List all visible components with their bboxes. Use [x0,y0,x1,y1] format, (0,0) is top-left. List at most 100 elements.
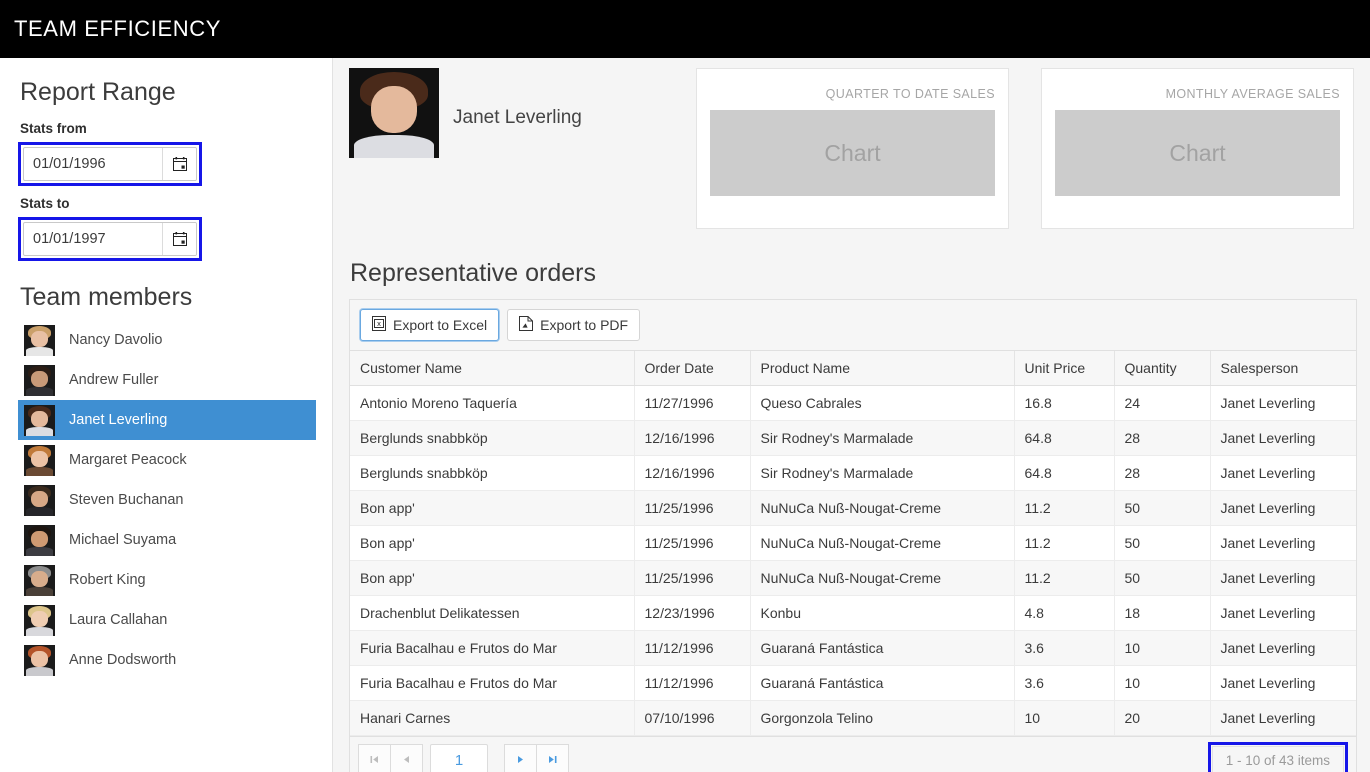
page-shell: Report Range Stats from Stats to [0,58,1370,772]
app-header: TEAM EFFICIENCY [0,0,1370,58]
export-to-excel-label: Export to Excel [393,317,488,333]
pager-next-button[interactable] [504,743,537,772]
table-cell: 11/12/1996 [634,630,751,666]
table-cell: Janet Leverling [1210,455,1356,491]
grid-heading: Representative orders [350,259,596,287]
table-cell: 07/10/1996 [634,700,751,736]
member-avatar [24,364,55,396]
table-cell: Janet Leverling [1210,490,1356,526]
member-name: Nancy Davolio [69,332,163,348]
team-member-item[interactable]: Anne Dodsworth [18,640,316,680]
svg-text:x: x [377,319,381,328]
table-cell: 11/27/1996 [634,385,751,421]
team-member-item[interactable]: Margaret Peacock [18,440,316,480]
table-row[interactable]: Bon app' 11/25/1996 NuNuCa Nuß-Nougat-Crem… [350,525,1356,561]
table-cell: 20 [1114,700,1211,736]
table-cell: 11.2 [1014,525,1115,561]
table-cell: Janet Leverling [1210,560,1356,596]
pager-page-1-button[interactable]: 1 [430,743,488,772]
sidebar: Report Range Stats from Stats to [0,58,333,772]
export-to-pdf-label: Export to PDF [540,317,629,333]
export-to-pdf-button[interactable]: Export to PDF [507,309,641,341]
member-avatar [24,644,55,676]
person-name: Janet Leverling [453,107,582,128]
stats-from-input[interactable] [24,148,162,180]
table-cell: Furia Bacalhau e Frutos do Mar [350,630,635,666]
export-to-excel-button[interactable]: x Export to Excel [360,309,500,341]
table-row[interactable]: Drachenblut Delikatessen 12/23/1996 Konbu 4… [350,595,1356,631]
orders-table: Customer Name Order Date Product Name Unit … [350,351,1356,736]
table-cell: Janet Leverling [1210,420,1356,456]
orders-grid: x Export to Excel Export to PDF Customer… [349,299,1357,772]
table-row[interactable]: Furia Bacalhau e Frutos do Mar 11/12/1996… [350,630,1356,666]
table-cell: 24 [1114,385,1211,421]
table-cell: 28 [1114,455,1211,491]
column-header[interactable]: Customer Name [350,351,635,386]
table-cell: Janet Leverling [1210,595,1356,631]
stat-card: MONTHLY AVERAGE SALES Chart [1041,68,1354,229]
table-cell: 3.6 [1014,630,1115,666]
member-avatar [24,324,55,356]
column-header[interactable]: Salesperson [1210,351,1356,386]
team-member-item[interactable]: Janet Leverling [18,400,316,440]
table-row[interactable]: Bon app' 11/25/1996 NuNuCa Nuß-Nougat-Crem… [350,560,1356,596]
chart-placeholder: Chart [710,110,995,196]
table-cell: Berglunds snabbköp [350,455,635,491]
pager-last-button[interactable] [536,743,569,772]
member-avatar [24,404,55,436]
pager-prev-button[interactable] [390,743,423,772]
table-cell: 3.6 [1014,665,1115,701]
table-row[interactable]: Bon app' 11/25/1996 NuNuCa Nuß-Nougat-Crem… [350,490,1356,526]
table-cell: 11.2 [1014,560,1115,596]
chart-placeholder: Chart [1055,110,1340,196]
table-row[interactable]: Berglunds snabbköp 12/16/1996 Sir Rodney's… [350,455,1356,491]
column-header[interactable]: Product Name [750,351,1015,386]
table-row[interactable]: Furia Bacalhau e Frutos do Mar 11/12/1996… [350,665,1356,701]
member-name: Anne Dodsworth [69,652,177,668]
member-name: Robert King [69,572,146,588]
table-cell: 12/16/1996 [634,420,751,456]
table-cell: Bon app' [350,560,635,596]
stats-to-annotation [18,217,202,261]
table-cell: Drachenblut Delikatessen [350,595,635,631]
member-name: Michael Suyama [69,532,177,548]
table-cell: 11/25/1996 [634,560,751,596]
stat-card: QUARTER TO DATE SALES Chart [696,68,1009,229]
member-avatar [24,564,55,596]
team-members-list: Nancy Davolio Andrew Fuller Janet Leverlin… [18,320,316,680]
table-cell: Antonio Moreno Taquería [350,385,635,421]
stats-to-input[interactable] [24,223,162,255]
table-cell: Konbu [750,595,1015,631]
stats-to-label: Stats to [20,196,70,211]
member-avatar [24,444,55,476]
table-cell: 11/25/1996 [634,525,751,561]
table-cell: NuNuCa Nuß-Nougat-Creme [750,525,1015,561]
member-avatar [24,524,55,556]
table-cell: 50 [1114,525,1211,561]
team-member-item[interactable]: Michael Suyama [18,520,316,560]
stats-from-annotation [18,142,202,186]
table-cell: Janet Leverling [1210,700,1356,736]
table-row[interactable]: Berglunds snabbköp 12/16/1996 Sir Rodney's… [350,420,1356,456]
team-member-item[interactable]: Robert King [18,560,316,600]
pdf-icon [519,316,534,334]
column-header[interactable]: Order Date [634,351,751,386]
team-members-heading: Team members [20,283,193,311]
table-cell: Bon app' [350,490,635,526]
column-header[interactable]: Unit Price [1014,351,1115,386]
calendar-icon[interactable] [162,223,196,255]
stats-to-datepicker[interactable] [23,222,197,256]
stats-from-datepicker[interactable] [23,147,197,181]
team-member-item[interactable]: Laura Callahan [18,600,316,640]
pager-first-button[interactable] [358,743,391,772]
calendar-icon[interactable] [162,148,196,180]
table-cell: Gorgonzola Telino [750,700,1015,736]
table-cell: Sir Rodney's Marmalade [750,455,1015,491]
table-row[interactable]: Hanari Carnes 07/10/1996 Gorgonzola Telino… [350,700,1356,736]
table-row[interactable]: Antonio Moreno Taquería 11/27/1996 Queso C… [350,385,1356,421]
team-member-item[interactable]: Andrew Fuller [18,360,316,400]
team-member-item[interactable]: Steven Buchanan [18,480,316,520]
team-member-item[interactable]: Nancy Davolio [18,320,316,360]
column-header[interactable]: Quantity [1114,351,1211,386]
stats-from-label: Stats from [20,121,87,136]
